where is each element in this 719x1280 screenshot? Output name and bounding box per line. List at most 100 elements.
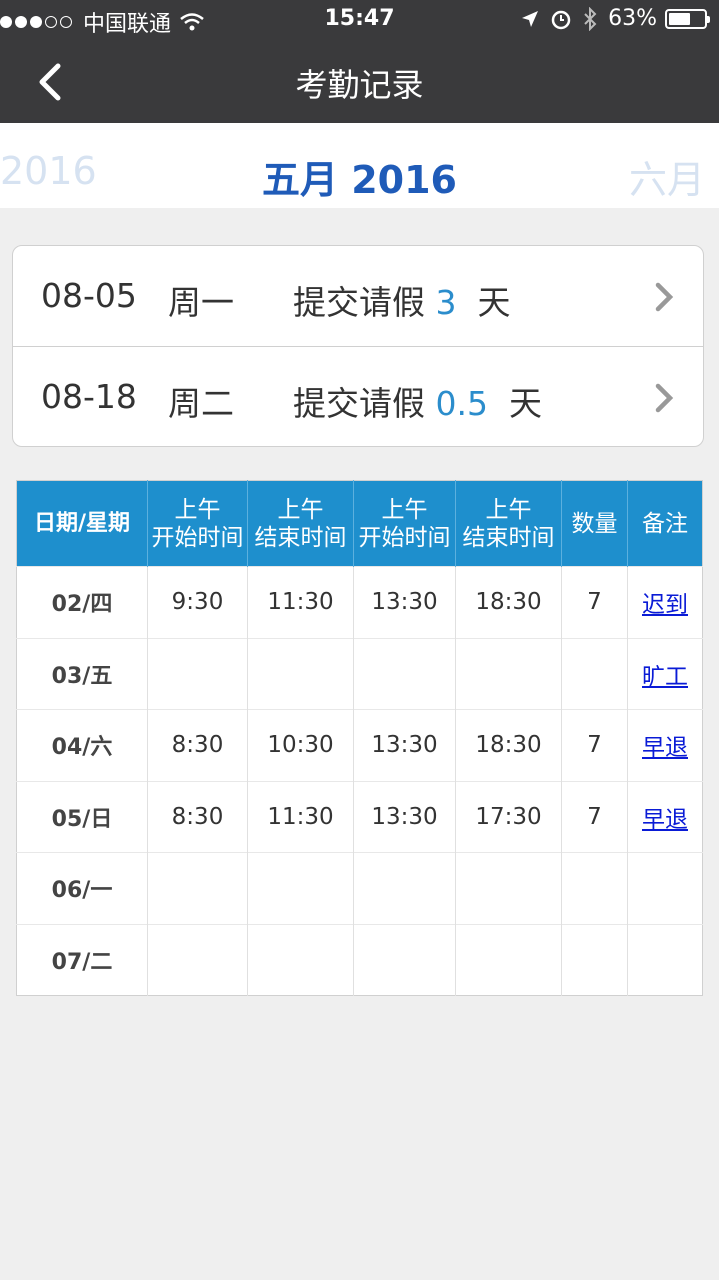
status-right: 63% (520, 6, 710, 31)
cell-pm-start (353, 923, 456, 996)
header-pm-start: 上午 开始时间 (353, 480, 456, 567)
cell-am-end (247, 637, 354, 710)
leave-days: 3 (435, 283, 457, 322)
cell-am-start (147, 637, 248, 710)
header-label: 数量 (571, 510, 618, 537)
leave-summary: 提交请假 3 天 (293, 276, 510, 324)
leave-list: 08-05 周一 提交请假 3 天 08-18 周二 提交请假 0.5 天 (12, 245, 704, 447)
header-label: 上午 (381, 496, 428, 523)
cell-am-end: 11:30 (247, 566, 354, 638)
table-row: 07/二 (16, 923, 703, 996)
header-label: 上午 (277, 496, 324, 523)
table-row: 06/一 (16, 852, 703, 924)
note-link[interactable]: 早退 (642, 807, 688, 833)
cell-pm-start (353, 852, 456, 924)
next-month[interactable]: 六月 (629, 149, 705, 204)
cell-am-end (247, 923, 354, 996)
cell-am-start (147, 923, 248, 996)
header-sublabel: 结束时间 (254, 524, 347, 551)
cell-am-start: 8:30 (147, 709, 248, 781)
cell-pm-start (353, 637, 456, 710)
table-row: 03/五 旷工 (16, 637, 703, 710)
cell-note (627, 923, 703, 996)
header-pm-end: 上午 结束时间 (455, 480, 562, 567)
battery-percent: 63% (608, 6, 657, 31)
cell-pm-start: 13:30 (353, 780, 456, 853)
cell-am-end: 11:30 (247, 780, 354, 853)
cell-date: 06/一 (16, 852, 148, 924)
header-am-end: 上午 结束时间 (247, 480, 354, 567)
chevron-right-icon (655, 383, 674, 413)
top-bar: 中国联通 15:47 63% 考勤记录 (0, 0, 719, 123)
header-am-start: 上午 开始时间 (147, 480, 248, 567)
cell-count (561, 852, 628, 924)
cell-count: 7 (561, 566, 628, 638)
cell-pm-start: 13:30 (353, 709, 456, 781)
cell-note: 迟到 (627, 566, 703, 638)
header-note: 备注 (627, 480, 703, 567)
cell-count: 7 (561, 709, 628, 781)
header-label: 上午 (174, 496, 221, 523)
cell-date: 03/五 (16, 637, 148, 710)
leave-summary: 提交请假 0.5 天 (293, 377, 542, 425)
table-row: 05/日 8:30 11:30 13:30 17:30 7 早退 (16, 780, 703, 853)
leave-days: 0.5 (435, 384, 488, 423)
current-month: 五月 2016 (262, 158, 457, 202)
table-header-row: 日期/星期 上午 开始时间 上午 结束时间 上午 开始时间 上午 结束时间 数量 备注 (16, 480, 703, 567)
header-sublabel: 结束时间 (462, 524, 555, 551)
cell-pm-end (455, 637, 562, 710)
cell-am-end (247, 852, 354, 924)
header-date: 日期/星期 (16, 480, 148, 567)
month-selector: 2016 五月 2016 六月 (0, 123, 719, 208)
header-sublabel: 开始时间 (151, 524, 244, 551)
leave-weekday: 周二 (168, 384, 234, 423)
cell-count (561, 637, 628, 710)
bluetooth-icon (584, 6, 597, 31)
cell-pm-end: 18:30 (455, 566, 562, 638)
leave-weekday: 周一 (168, 283, 234, 322)
table-row: 04/六 8:30 10:30 13:30 18:30 7 早退 (16, 709, 703, 781)
cell-date: 04/六 (16, 709, 148, 781)
cell-pm-end (455, 923, 562, 996)
nav-bar: 考勤记录 (0, 40, 719, 123)
page-title: 考勤记录 (295, 66, 424, 104)
note-link[interactable]: 早退 (642, 735, 688, 761)
chevron-right-icon (655, 282, 674, 312)
leave-item[interactable]: 08-18 周二 提交请假 0.5 天 (13, 346, 703, 446)
note-link[interactable]: 迟到 (642, 592, 688, 618)
cell-date: 02/四 (16, 566, 148, 638)
header-count: 数量 (561, 480, 628, 567)
cell-date: 07/二 (16, 923, 148, 996)
leave-unit: 天 (477, 283, 511, 322)
leave-label: 提交请假 (293, 384, 425, 423)
cell-note (627, 852, 703, 924)
leave-date: 08-05 (41, 276, 137, 315)
cell-date: 05/日 (16, 780, 148, 853)
header-label: 备注 (642, 510, 688, 537)
cell-pm-end: 17:30 (455, 780, 562, 853)
attendance-table: 日期/星期 上午 开始时间 上午 结束时间 上午 开始时间 上午 结束时间 数量 备注 … (16, 480, 703, 996)
alarm-icon (551, 10, 571, 29)
cell-pm-end (455, 852, 562, 924)
cell-note: 早退 (627, 780, 703, 853)
cell-count: 7 (561, 780, 628, 853)
cell-am-end: 10:30 (247, 709, 354, 781)
cell-am-start: 9:30 (147, 566, 248, 638)
leave-label: 提交请假 (293, 283, 425, 322)
note-link[interactable]: 旷工 (642, 664, 688, 690)
cell-pm-end: 18:30 (455, 709, 562, 781)
cell-pm-start: 13:30 (353, 566, 456, 638)
cell-am-start (147, 852, 248, 924)
leave-date: 08-18 (41, 377, 137, 416)
table-row: 02/四 9:30 11:30 13:30 18:30 7 迟到 (16, 566, 703, 638)
cell-note: 早退 (627, 709, 703, 781)
location-icon (522, 10, 539, 27)
cell-note: 旷工 (627, 637, 703, 710)
leave-unit: 天 (508, 384, 542, 423)
header-label: 上午 (485, 496, 532, 523)
cell-am-start: 8:30 (147, 780, 248, 853)
header-sublabel: 开始时间 (358, 524, 451, 551)
header-label: 日期/星期 (33, 510, 131, 536)
leave-item[interactable]: 08-05 周一 提交请假 3 天 (13, 246, 703, 346)
battery-icon (665, 8, 710, 29)
